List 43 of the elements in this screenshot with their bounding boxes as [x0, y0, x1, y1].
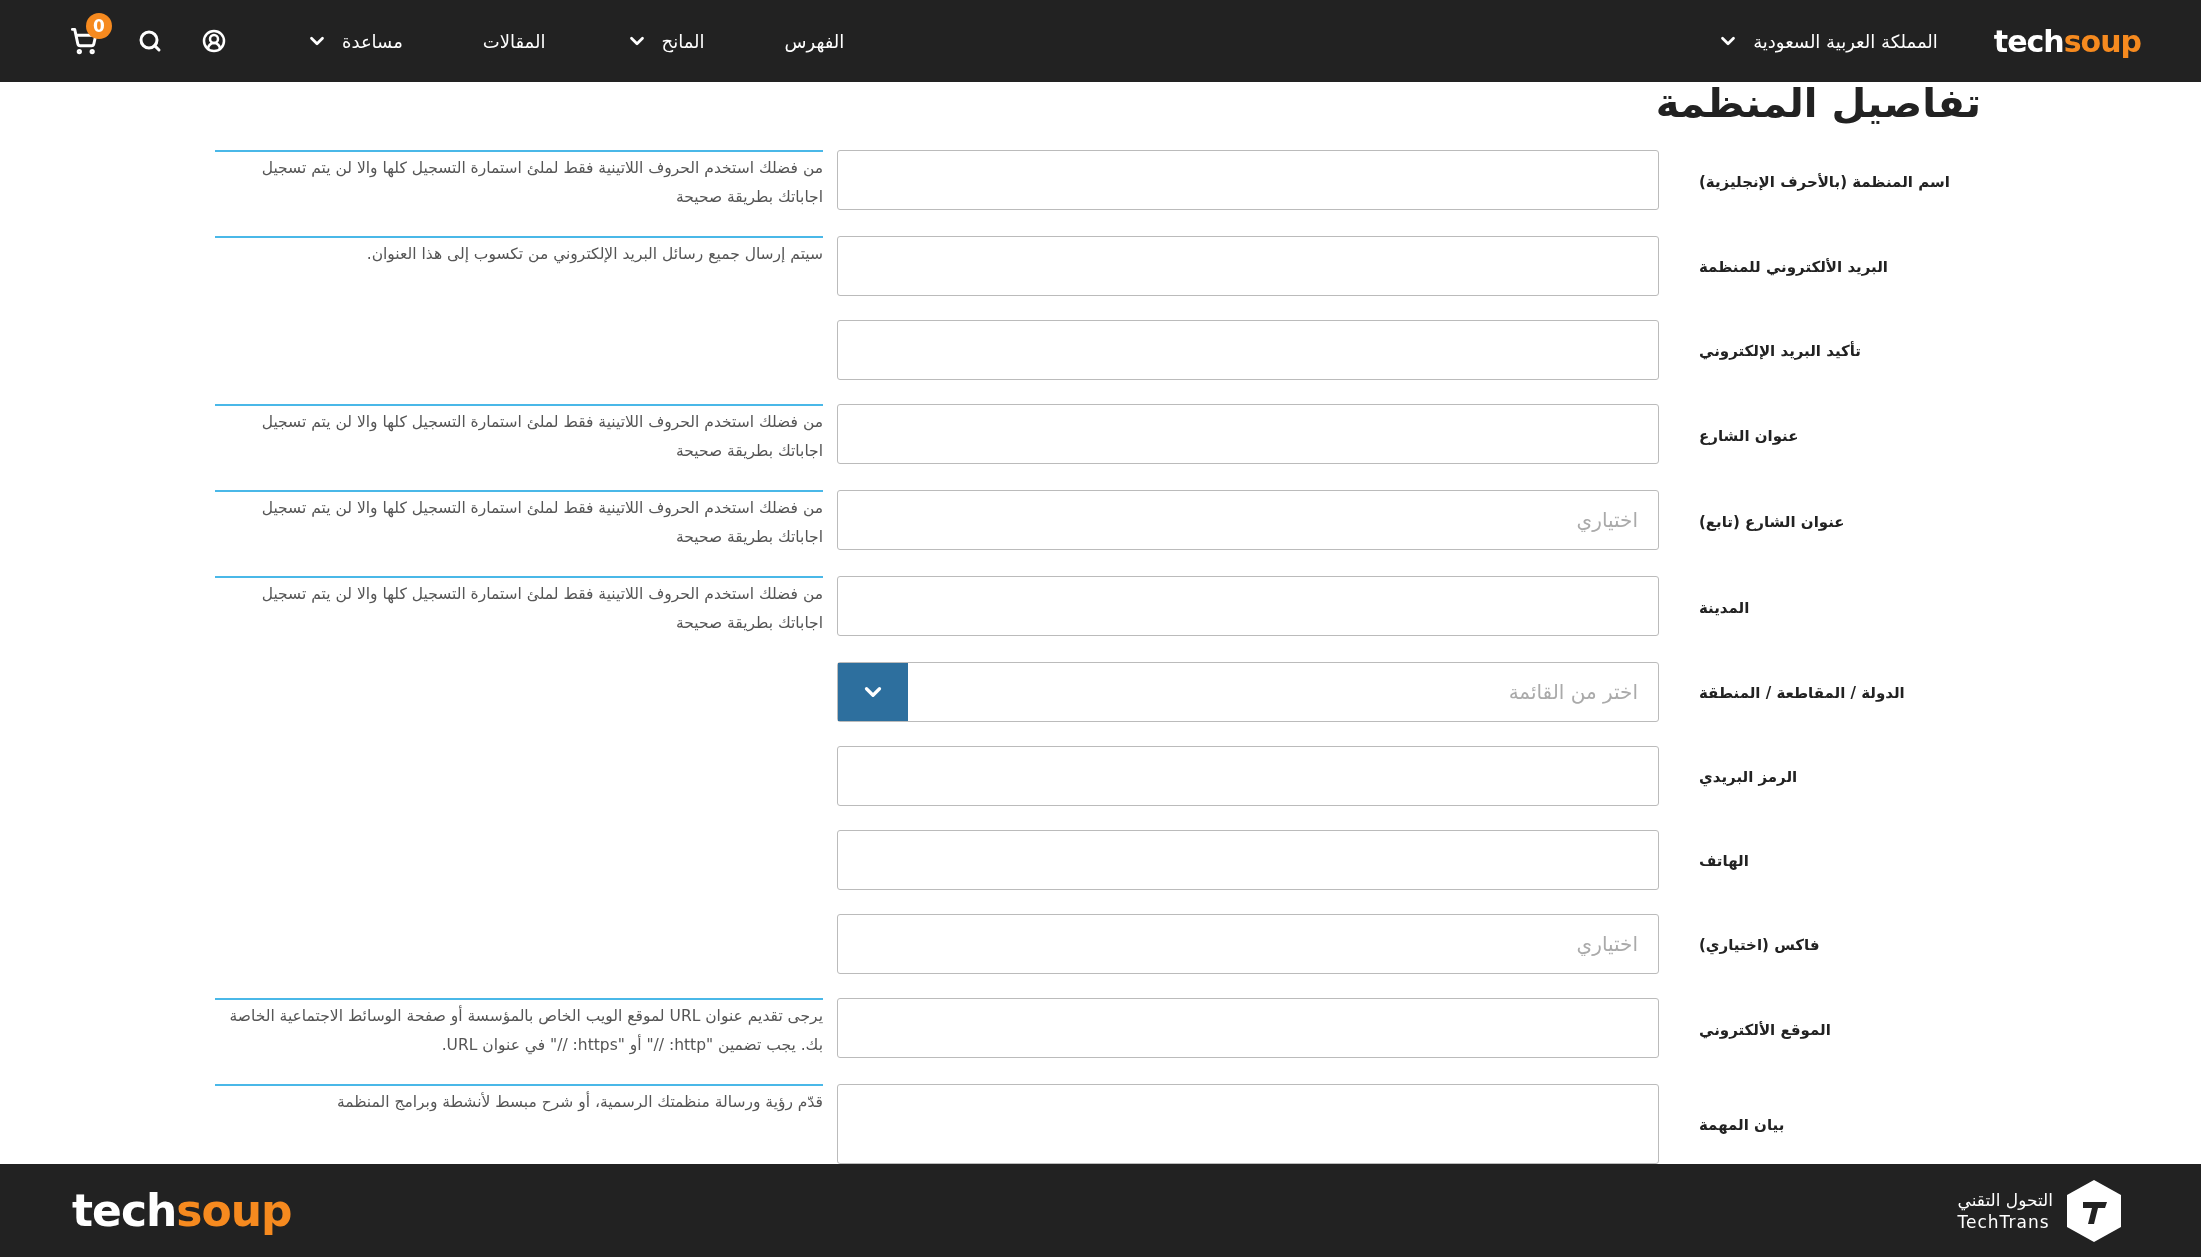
help-text: من فضلك استخدم الحروف اللاتينية فقط لملئ استمارة التسجيل كلها والا لن يتم تسجيل اجاباتك بطريقة صحيحة: [215, 404, 823, 466]
field-label: عنوان الشارع (تابع): [1698, 512, 1846, 531]
field-label: الرمز البريدي: [1698, 767, 1799, 786]
techsoup-logo[interactable]: techsoup: [72, 1185, 292, 1236]
field-label: الموقع الألكتروني: [1698, 1020, 1832, 1039]
field-label: الدولة / المقاطعة / المنطقة: [1698, 683, 1906, 702]
input-field[interactable]: اختياري: [837, 914, 1659, 974]
field-label: الهاتف: [1698, 851, 1750, 870]
techsoup-logo[interactable]: techsoup: [1993, 23, 2141, 59]
help-text: سيتم إرسال جميع رسائل البريد الإلكتروني من تكسوب إلى هذا العنوان.: [215, 236, 823, 269]
field-label: المدينة: [1698, 598, 1751, 617]
input-field[interactable]: [837, 150, 1659, 210]
help-text: من فضلك استخدم الحروف اللاتينية فقط لملئ استمارة التسجيل كلها والا لن يتم تسجيل اجاباتك بطريقة صحيحة: [215, 150, 823, 212]
input-field[interactable]: اختياري: [837, 490, 1659, 550]
nav-link[interactable]: المانح: [625, 30, 705, 52]
input-field[interactable]: [837, 320, 1659, 380]
user-icon[interactable]: [202, 29, 226, 53]
partner-name: التحول التقني: [1957, 1188, 2053, 1211]
input-field[interactable]: [837, 998, 1659, 1058]
input-field[interactable]: [837, 746, 1659, 806]
country-selector[interactable]: المملكة العربية السعودية: [1711, 29, 1944, 53]
text-area[interactable]: [837, 1084, 1659, 1164]
field-label: تأكيد البريد الإلكتروني: [1698, 340, 1862, 360]
field-label: البريد الألكتروني للمنظمة: [1698, 257, 1889, 276]
input-field[interactable]: [837, 236, 1659, 296]
input-field[interactable]: [837, 576, 1659, 636]
help-text: من فضلك استخدم الحروف اللاتينية فقط لملئ استمارة التسجيل كلها والا لن يتم تسجيل اجاباتك بطريقة صحيحة: [215, 576, 823, 638]
page-title: تفاصيل المنظمة: [1654, 82, 1981, 128]
partner-name: TechTrans: [1957, 1211, 2051, 1233]
nav-link[interactable]: المقالات: [482, 30, 546, 52]
help-text: يرجى تقديم عنوان URL لموقع الويب الخاص بالمؤسسة أو صفحة الوسائط الاجتماعية الخاصة بك. يجب تضمين "http: //" أو "https: //" في عنوان URL.: [215, 998, 823, 1060]
input-field[interactable]: [837, 830, 1659, 890]
cart-count-badge: 0: [86, 13, 112, 39]
field-label: اسم المنظمة (بالأحرف الإنجليزية): [1698, 172, 1951, 191]
field-label: بيان المهمة: [1698, 1115, 1786, 1134]
nav-link[interactable]: الفهرس: [784, 30, 845, 52]
help-text: قدّم رؤية ورسالة منظمتك الرسمية، أو شرح مبسط لأنشطة وبرامج المنظمة: [215, 1084, 823, 1117]
input-field[interactable]: [837, 404, 1659, 464]
field-label: فاكس (اختياري): [1698, 935, 1821, 954]
nav-link[interactable]: مساعدة: [306, 30, 403, 52]
search-icon[interactable]: [138, 29, 162, 53]
field-label: عنوان الشارع: [1698, 426, 1800, 445]
help-text: من فضلك استخدم الحروف اللاتينية فقط لملئ استمارة التسجيل كلها والا لن يتم تسجيل اجاباتك بطريقة صحيحة: [215, 490, 823, 552]
